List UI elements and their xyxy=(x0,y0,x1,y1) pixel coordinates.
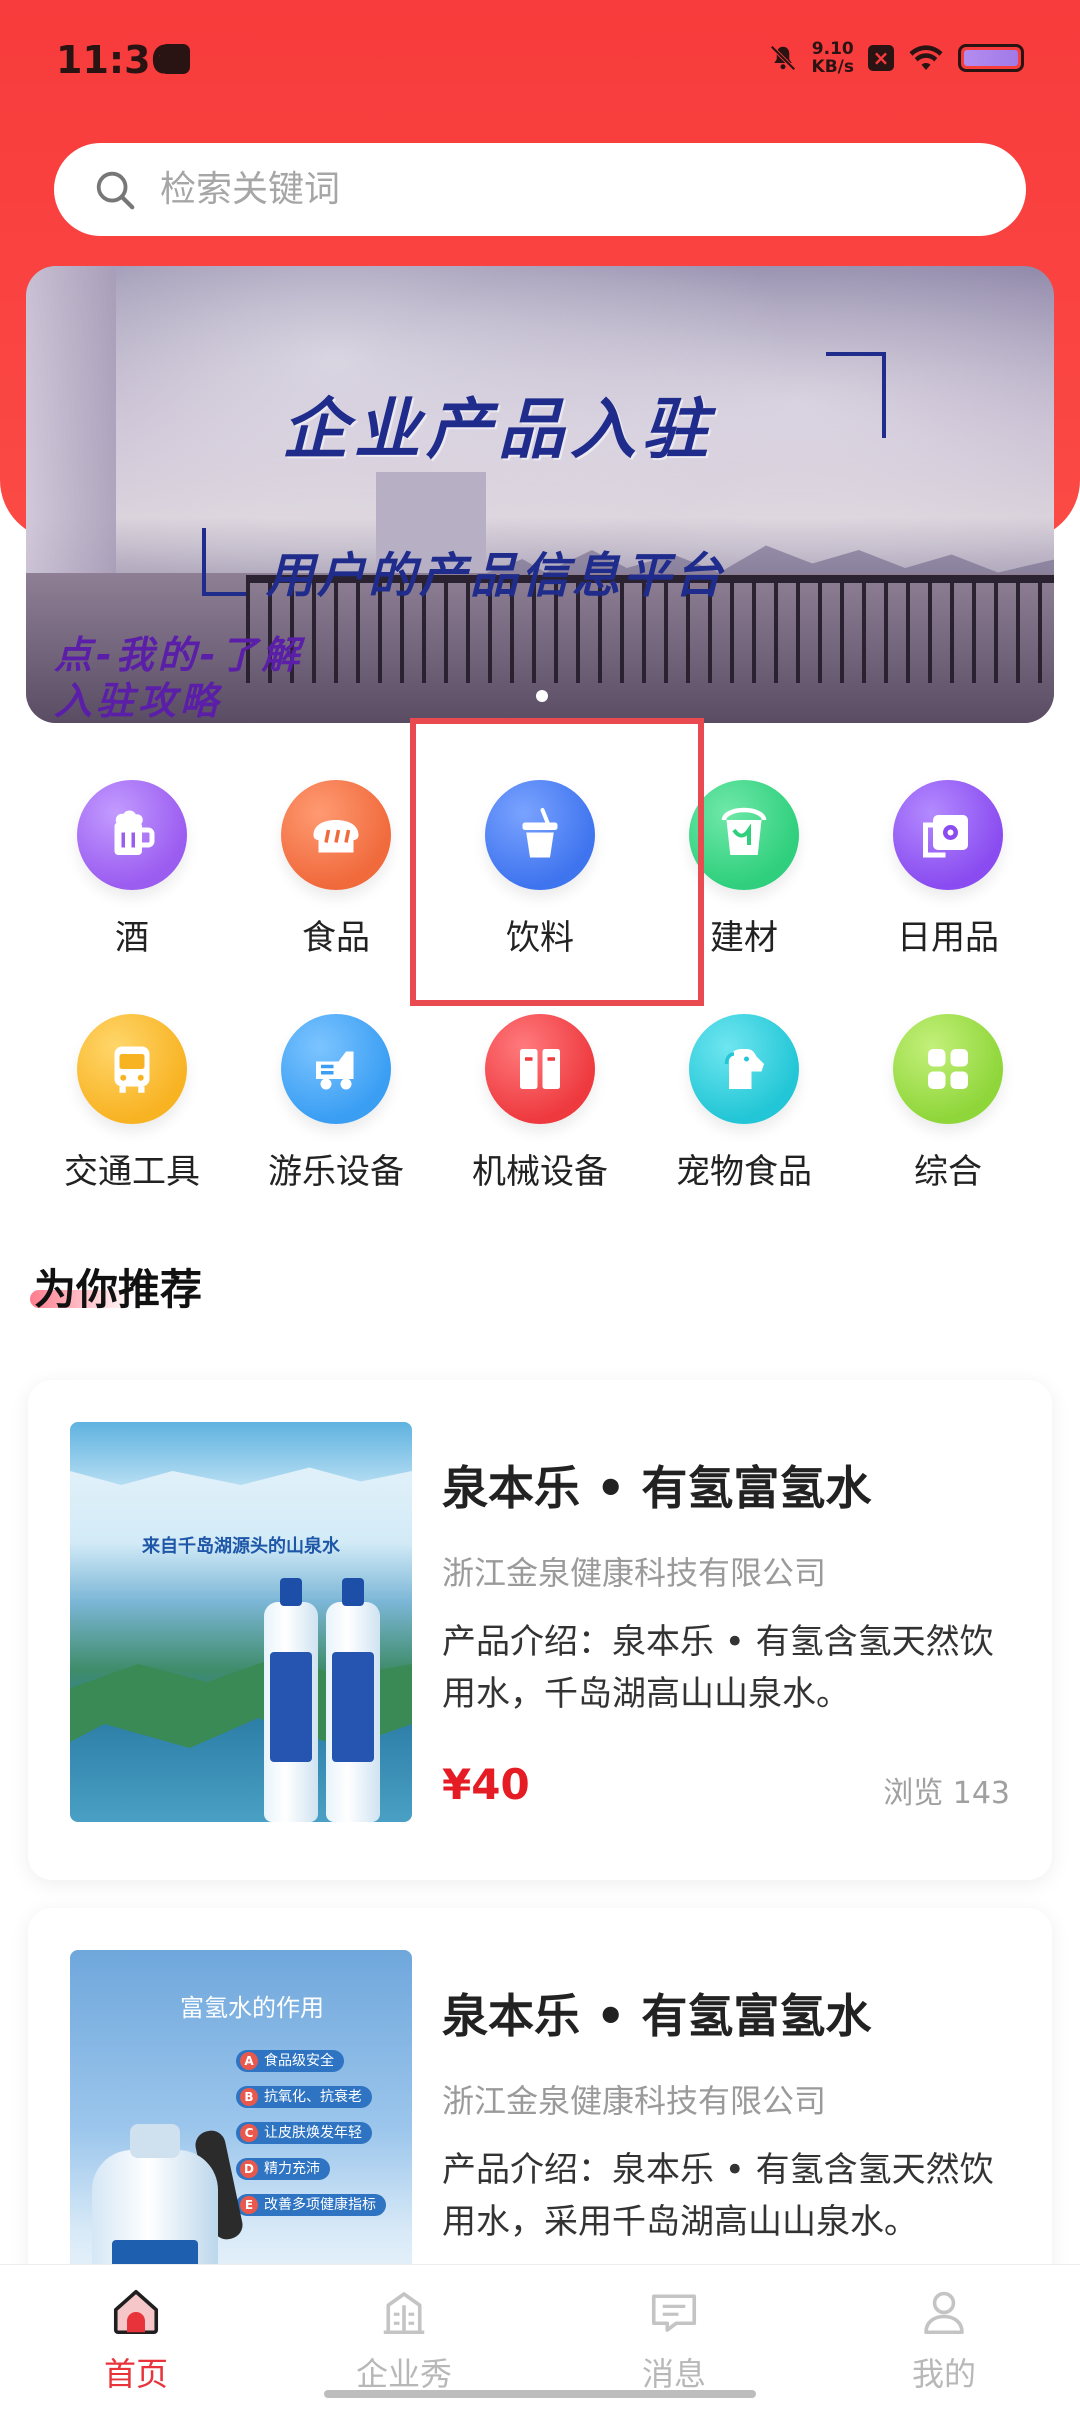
status-time: 11:36 xyxy=(56,38,177,82)
paint-bucket-icon xyxy=(689,780,799,890)
tab-label: 消息 xyxy=(641,2355,706,2393)
tab-enterprise-show[interactable]: 企业秀 xyxy=(324,2285,484,2395)
product-card[interactable]: 来自千岛湖源头的山泉水 泉本乐 • 有氢富氢水 浙江金泉健康科技有限公司 产品介… xyxy=(28,1380,1052,1880)
building-icon xyxy=(383,2292,425,2335)
category-general[interactable]: 综合 xyxy=(863,1014,1033,1193)
product-description: 产品介绍：泉本乐 • 有氢含氢天然饮用水，千岛湖高山山泉水。 xyxy=(442,1622,994,1714)
category-machinery[interactable]: 机械设备 xyxy=(455,1014,625,1193)
benefit-item: A 食品级安全 xyxy=(236,2050,344,2072)
search-input[interactable] xyxy=(158,168,862,211)
message-icon xyxy=(651,2294,697,2332)
network-speed-value: 9.10 xyxy=(811,39,854,59)
category-daily-goods[interactable]: 日用品 xyxy=(863,780,1033,959)
product-name: 泉本乐 • 有氢富氢水 xyxy=(442,1989,872,2043)
category-label: 综合 xyxy=(914,1152,982,1192)
category-label: 宠物食品 xyxy=(676,1152,812,1192)
search-icon xyxy=(96,171,135,209)
grid-icon xyxy=(893,1014,1003,1124)
selection-highlight-box xyxy=(410,718,704,1006)
product-name: 泉本乐 • 有氢富氢水 xyxy=(442,1461,872,1515)
search-bar[interactable] xyxy=(54,143,1026,236)
tab-home[interactable]: 首页 xyxy=(56,2285,216,2395)
category-pet-food[interactable]: 宠物食品 xyxy=(659,1014,829,1193)
ride-car-icon xyxy=(281,1014,391,1124)
tab-label: 首页 xyxy=(103,2355,168,2393)
network-speed-unit: KB/s xyxy=(811,57,854,77)
mute-bell-icon xyxy=(769,45,796,71)
benefit-item: E 改善多项健康指标 xyxy=(236,2194,386,2216)
battery-icon xyxy=(958,44,1024,72)
banner-title: 企业产品入驻 xyxy=(282,391,714,468)
bottom-tab-bar: 首页 企业秀 消息 我的 xyxy=(0,2264,1080,2409)
beer-mug-icon xyxy=(77,780,187,890)
category-vehicles[interactable]: 交通工具 xyxy=(47,1014,217,1193)
bus-icon xyxy=(77,1014,187,1124)
product-company: 浙江金泉健康科技有限公司 xyxy=(442,1554,827,1592)
benefit-item: C 让皮肤焕发年轻 xyxy=(236,2122,372,2144)
water-bottle-image xyxy=(264,1578,318,1822)
tab-mine[interactable]: 我的 xyxy=(864,2285,1024,2395)
machine-icon xyxy=(485,1014,595,1124)
water-bottle-image xyxy=(326,1578,380,1822)
product-image-slogan: 来自千岛湖源头的山泉水 xyxy=(142,1536,340,1557)
wifi-icon xyxy=(909,45,943,70)
category-liquor[interactable]: 酒 xyxy=(47,780,217,959)
banner-subtitle: 用户的产品信息平台 xyxy=(266,548,726,604)
home-gesture-bar[interactable] xyxy=(324,2390,756,2398)
notification-icon xyxy=(160,44,190,74)
app-notification-icon: × xyxy=(868,45,894,71)
section-title-recommend: 为你推荐 xyxy=(30,1256,203,1317)
status-bar: 11:36 9.10 KB/s × xyxy=(0,0,1080,120)
home-icon xyxy=(113,2289,159,2335)
category-label: 食品 xyxy=(302,918,370,958)
dog-icon xyxy=(689,1014,799,1124)
tab-messages[interactable]: 消息 xyxy=(594,2285,754,2395)
user-icon xyxy=(924,2291,964,2335)
category-amusement-equipment[interactable]: 游乐设备 xyxy=(251,1014,421,1193)
category-food[interactable]: 食品 xyxy=(251,780,421,959)
bread-icon xyxy=(281,780,391,890)
benefit-item: B 抗氧化、抗衰老 xyxy=(236,2086,372,2108)
product-image-title: 富氢水的作用 xyxy=(180,1994,324,2022)
product-image: 来自千岛湖源头的山泉水 xyxy=(70,1422,412,1822)
section-title-text: 为你推荐 xyxy=(34,1265,203,1314)
product-company: 浙江金泉健康科技有限公司 xyxy=(442,2082,827,2120)
category-label: 日用品 xyxy=(897,918,999,958)
promo-banner[interactable]: 企业产品入驻 用户的产品信息平台 点-我的-了解 入驻攻略 xyxy=(26,266,1054,723)
category-label: 酒 xyxy=(115,918,149,958)
network-speed: 9.10 KB/s xyxy=(812,40,854,76)
product-description: 产品介绍：泉本乐 • 有氢含氢天然饮用水，采用千岛湖高山山泉水。 xyxy=(442,2150,994,2242)
tab-label: 企业秀 xyxy=(355,2355,452,2393)
category-label: 交通工具 xyxy=(64,1152,200,1192)
banner-note-line2: 入驻攻略 xyxy=(54,679,223,723)
category-label: 机械设备 xyxy=(472,1152,608,1192)
category-label: 游乐设备 xyxy=(268,1152,404,1192)
carousel-indicator xyxy=(536,690,548,702)
tissue-roll-icon xyxy=(893,780,1003,890)
product-price: ¥40 xyxy=(442,1760,530,1809)
tab-label: 我的 xyxy=(911,2355,976,2393)
product-views: 浏览 143 xyxy=(883,1776,1010,1811)
benefit-item: D 精力充沛 xyxy=(236,2158,330,2180)
